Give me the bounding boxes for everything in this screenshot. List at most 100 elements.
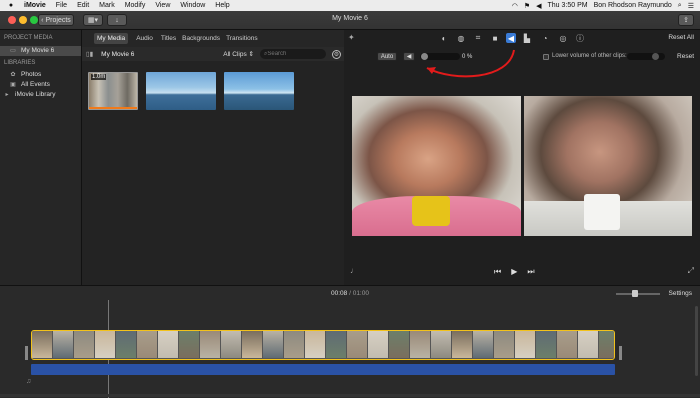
- current-time: 00:08: [331, 290, 348, 297]
- filmstrip-frame: [368, 331, 388, 358]
- projects-label: Projects: [45, 16, 71, 24]
- chevron-updown-icon: ⇕: [248, 51, 254, 58]
- vertical-scrollbar[interactable]: [695, 306, 698, 376]
- media-clip-3[interactable]: [224, 72, 294, 110]
- lower-volume-knob[interactable]: [652, 53, 659, 60]
- libraries-header: LIBRARIES: [4, 60, 36, 66]
- menu-help[interactable]: Help: [215, 2, 229, 9]
- stabilization-icon[interactable]: ■: [490, 33, 500, 43]
- color-correction-icon[interactable]: ◍: [456, 33, 466, 43]
- lower-volume-slider[interactable]: [627, 53, 665, 60]
- microphone-icon[interactable]: ♩: [350, 266, 358, 275]
- info-icon[interactable]: ⓘ: [575, 33, 585, 43]
- clip-filter-dropdown[interactable]: All Clips ⇕: [223, 50, 254, 58]
- search-field[interactable]: ⌕: [260, 49, 326, 59]
- gear-icon[interactable]: ⚙: [332, 49, 341, 59]
- menu-app-name[interactable]: iMovie: [24, 2, 46, 9]
- minimize-button[interactable]: [19, 16, 27, 24]
- download-arrow-icon: ↓: [115, 16, 119, 24]
- user-name[interactable]: Bon Rhodson Raymundo: [594, 2, 672, 9]
- sidebar-toggle-icon[interactable]: ▯▮: [86, 50, 93, 58]
- search-input[interactable]: [267, 51, 318, 57]
- menu-view[interactable]: View: [155, 2, 170, 9]
- import-button[interactable]: ↓: [107, 14, 127, 26]
- zoom-button[interactable]: [30, 16, 38, 24]
- filmstrip-frame: [179, 331, 199, 358]
- volume-slider[interactable]: [420, 53, 460, 60]
- timeline-header: 00:08 / 01:00 Settings: [0, 286, 700, 300]
- tab-my-media[interactable]: My Media: [94, 33, 129, 44]
- mute-button[interactable]: ◀: [403, 52, 415, 61]
- share-button[interactable]: ⇪: [678, 14, 694, 26]
- play-icon[interactable]: ▶: [511, 267, 517, 277]
- disclosure-triangle-icon[interactable]: ▸: [3, 90, 11, 100]
- zoom-slider-knob[interactable]: [632, 290, 638, 297]
- filter-icon[interactable]: ◎: [558, 33, 568, 43]
- audio-track[interactable]: [31, 364, 615, 375]
- media-clip-2[interactable]: [146, 72, 216, 110]
- browser-tabs: My Media Audio Titles Backgrounds Transi…: [82, 30, 344, 47]
- filmstrip-frame: [284, 331, 304, 358]
- browser-header: ▯▮ My Movie 6 All Clips ⇕ ⌕ ⚙: [82, 47, 344, 61]
- sidebar-item-photos[interactable]: ✿ Photos: [0, 70, 81, 80]
- menu-file[interactable]: File: [56, 2, 67, 9]
- track-end-handle[interactable]: [619, 346, 622, 360]
- menu-window[interactable]: Window: [180, 2, 205, 9]
- notification-icon[interactable]: ☰: [688, 2, 694, 10]
- reset-button[interactable]: Reset: [677, 53, 694, 60]
- color-balance-icon[interactable]: ◐: [439, 33, 449, 43]
- clock[interactable]: Thu 3:50 PM: [548, 2, 588, 9]
- skip-forward-icon[interactable]: ⏭: [527, 267, 534, 277]
- tab-titles[interactable]: Titles: [161, 35, 176, 42]
- chevron-left-icon: ‹: [41, 16, 44, 24]
- noise-eq-icon[interactable]: ▙: [522, 33, 532, 43]
- tab-backgrounds[interactable]: Backgrounds: [182, 35, 220, 42]
- lower-volume-label: Lower volume of other clips:: [552, 53, 627, 59]
- filmstrip-frame: [431, 331, 451, 358]
- video-frame-left[interactable]: [352, 96, 521, 236]
- spotlight-icon[interactable]: ⌕: [678, 2, 682, 10]
- menu-mark[interactable]: Mark: [99, 2, 115, 9]
- sidebar-item-project[interactable]: ▭ My Movie 6: [0, 46, 81, 56]
- fullscreen-icon[interactable]: ⤢: [688, 266, 694, 276]
- timeline-zoom-slider[interactable]: [616, 290, 660, 297]
- menu-edit[interactable]: Edit: [77, 2, 89, 9]
- sidebar-item-imovie-library[interactable]: ▸ iMovie Library: [0, 90, 81, 100]
- wifi-icon[interactable]: ◠: [512, 2, 518, 10]
- clip-filter-value: All Clips: [223, 51, 247, 58]
- flag-icon[interactable]: ⚑: [524, 2, 530, 10]
- filmstrip-frame: [221, 331, 241, 358]
- close-button[interactable]: [8, 16, 16, 24]
- filmstrip-frame: [557, 331, 577, 358]
- video-track-clip[interactable]: [31, 330, 615, 360]
- window-title: My Movie 6: [332, 15, 368, 22]
- layout-view-button[interactable]: ▦▾: [83, 14, 103, 26]
- crop-icon[interactable]: ⌗: [473, 33, 483, 43]
- filmstrip-frame: [494, 331, 514, 358]
- volume-icon[interactable]: ◀: [536, 2, 541, 10]
- auto-button[interactable]: Auto: [377, 52, 397, 61]
- track-start-handle[interactable]: [25, 346, 28, 360]
- volume-slider-knob[interactable]: [421, 53, 428, 60]
- speed-icon[interactable]: ◔: [540, 33, 550, 43]
- tab-audio[interactable]: Audio: [136, 35, 153, 42]
- sidebar-item-label: All Events: [21, 81, 50, 88]
- photos-icon: ✿: [10, 72, 16, 78]
- filmstrip-frame: [515, 331, 535, 358]
- horizontal-scrollbar[interactable]: [0, 394, 700, 397]
- projects-button[interactable]: ‹ Projects: [38, 14, 74, 26]
- magic-wand-icon[interactable]: ✦: [348, 33, 355, 42]
- volume-tool-icon[interactable]: ◀: [506, 33, 516, 43]
- tab-transitions[interactable]: Transitions: [226, 35, 258, 42]
- video-frame-right[interactable]: [524, 96, 692, 236]
- media-clip-1[interactable]: 1.0m: [88, 72, 138, 110]
- sidebar-item-all-events[interactable]: ▣ All Events: [0, 80, 81, 90]
- lower-volume-checkbox[interactable]: [543, 54, 549, 60]
- reset-all-button[interactable]: Reset All: [668, 34, 694, 41]
- timeline-settings-button[interactable]: Settings: [669, 290, 693, 297]
- viewer-panel: ✦ ◐ ◍ ⌗ ■ ◀ ▙ ◔ ◎ ⓘ Reset All Auto ◀ 0 %…: [344, 30, 700, 285]
- apple-icon[interactable]: ●: [6, 2, 16, 9]
- filmstrip-frame: [263, 331, 283, 358]
- skip-back-icon[interactable]: ⏮: [494, 267, 501, 277]
- menu-modify[interactable]: Modify: [125, 2, 146, 9]
